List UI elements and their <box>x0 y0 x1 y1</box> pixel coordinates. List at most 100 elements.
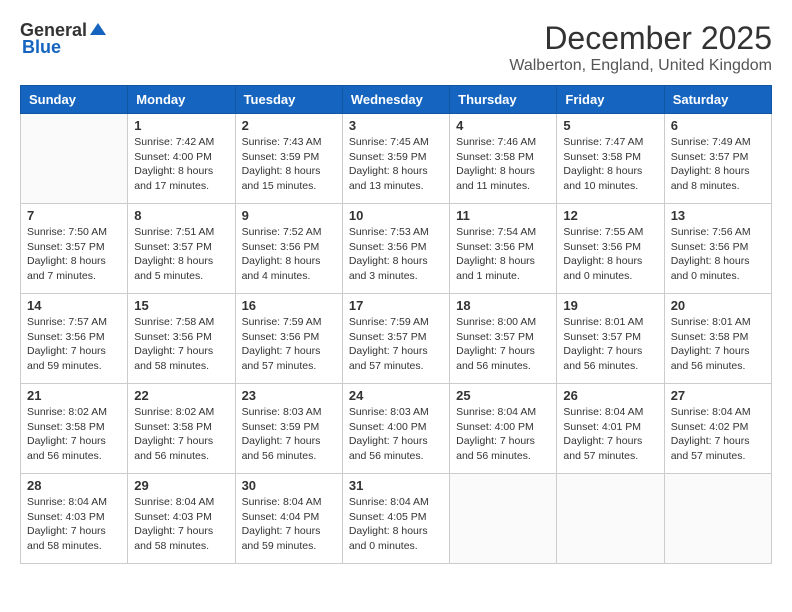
calendar-cell: 17 Sunrise: 7:59 AM Sunset: 3:57 PM Dayli… <box>342 294 449 384</box>
calendar-cell: 27 Sunrise: 8:04 AM Sunset: 4:02 PM Dayli… <box>664 384 771 474</box>
cell-content: Sunrise: 8:04 AM Sunset: 4:04 PM Dayligh… <box>242 495 336 554</box>
calendar-cell: 15 Sunrise: 7:58 AM Sunset: 3:56 PM Dayli… <box>128 294 235 384</box>
day-number: 24 <box>349 388 443 403</box>
calendar-cell: 1 Sunrise: 7:42 AM Sunset: 4:00 PM Daylig… <box>128 114 235 204</box>
day-number: 31 <box>349 478 443 493</box>
calendar-cell: 18 Sunrise: 8:00 AM Sunset: 3:57 PM Dayli… <box>450 294 557 384</box>
calendar-cell: 26Sunrise: 8:04 AM Sunset: 4:01 PM Dayli… <box>557 384 664 474</box>
cell-content: Sunrise: 7:53 AM Sunset: 3:56 PM Dayligh… <box>349 225 443 284</box>
calendar-cell <box>450 474 557 564</box>
calendar-cell: 20 Sunrise: 8:01 AM Sunset: 3:58 PM Dayli… <box>664 294 771 384</box>
logo-blue-text: Blue <box>22 37 61 58</box>
calendar-cell: 2 Sunrise: 7:43 AM Sunset: 3:59 PM Daylig… <box>235 114 342 204</box>
calendar-cell: 23 Sunrise: 8:03 AM Sunset: 3:59 PM Dayli… <box>235 384 342 474</box>
cell-content: Sunrise: 7:42 AM Sunset: 4:00 PM Dayligh… <box>134 135 228 194</box>
cell-content: Sunrise: 7:59 AM Sunset: 3:57 PM Dayligh… <box>349 315 443 374</box>
cell-content: Sunrise: 8:00 AM Sunset: 3:57 PM Dayligh… <box>456 315 550 374</box>
cell-content: Sunrise: 7:56 AM Sunset: 3:56 PM Dayligh… <box>671 225 765 284</box>
day-number: 30 <box>242 478 336 493</box>
calendar-cell: 24 Sunrise: 8:03 AM Sunset: 4:00 PM Dayli… <box>342 384 449 474</box>
day-number: 26 <box>563 388 657 403</box>
calendar-cell: 6 Sunrise: 7:49 AM Sunset: 3:57 PM Daylig… <box>664 114 771 204</box>
calendar-week-5: 28 Sunrise: 8:04 AM Sunset: 4:03 PM Dayli… <box>21 474 772 564</box>
calendar-cell <box>21 114 128 204</box>
calendar-header-row: SundayMondayTuesdayWednesdayThursdayFrid… <box>21 86 772 114</box>
cell-content: Sunrise: 7:43 AM Sunset: 3:59 PM Dayligh… <box>242 135 336 194</box>
day-number: 6 <box>671 118 765 133</box>
day-header-monday: Monday <box>128 86 235 114</box>
calendar-cell: 31Sunrise: 8:04 AM Sunset: 4:05 PM Dayli… <box>342 474 449 564</box>
calendar-cell: 13 Sunrise: 7:56 AM Sunset: 3:56 PM Dayli… <box>664 204 771 294</box>
cell-content: Sunrise: 8:01 AM Sunset: 3:58 PM Dayligh… <box>671 315 765 374</box>
day-header-saturday: Saturday <box>664 86 771 114</box>
cell-content: Sunrise: 7:59 AM Sunset: 3:56 PM Dayligh… <box>242 315 336 374</box>
day-header-friday: Friday <box>557 86 664 114</box>
cell-content: Sunrise: 7:57 AM Sunset: 3:56 PM Dayligh… <box>27 315 121 374</box>
month-title: December 2025 <box>509 20 772 57</box>
calendar-cell: 5 Sunrise: 7:47 AM Sunset: 3:58 PM Daylig… <box>557 114 664 204</box>
cell-content: Sunrise: 8:03 AM Sunset: 3:59 PM Dayligh… <box>242 405 336 464</box>
location-text: Walberton, England, United Kingdom <box>509 57 772 75</box>
calendar-cell: 16 Sunrise: 7:59 AM Sunset: 3:56 PM Dayli… <box>235 294 342 384</box>
cell-content: Sunrise: 7:51 AM Sunset: 3:57 PM Dayligh… <box>134 225 228 284</box>
day-header-thursday: Thursday <box>450 86 557 114</box>
calendar-week-2: 7 Sunrise: 7:50 AM Sunset: 3:57 PM Daylig… <box>21 204 772 294</box>
day-number: 5 <box>563 118 657 133</box>
cell-content: Sunrise: 7:52 AM Sunset: 3:56 PM Dayligh… <box>242 225 336 284</box>
cell-content: Sunrise: 8:04 AM Sunset: 4:02 PM Dayligh… <box>671 405 765 464</box>
day-number: 19 <box>563 298 657 313</box>
day-number: 3 <box>349 118 443 133</box>
day-number: 2 <box>242 118 336 133</box>
calendar-cell: 30 Sunrise: 8:04 AM Sunset: 4:04 PM Dayli… <box>235 474 342 564</box>
day-number: 8 <box>134 208 228 223</box>
day-number: 14 <box>27 298 121 313</box>
cell-content: Sunrise: 8:02 AM Sunset: 3:58 PM Dayligh… <box>27 405 121 464</box>
day-number: 28 <box>27 478 121 493</box>
day-number: 18 <box>456 298 550 313</box>
calendar-cell: 28 Sunrise: 8:04 AM Sunset: 4:03 PM Dayli… <box>21 474 128 564</box>
logo-icon <box>88 21 108 41</box>
calendar-cell: 12Sunrise: 7:55 AM Sunset: 3:56 PM Dayli… <box>557 204 664 294</box>
cell-content: Sunrise: 8:04 AM Sunset: 4:03 PM Dayligh… <box>27 495 121 554</box>
calendar-cell: 9Sunrise: 7:52 AM Sunset: 3:56 PM Daylig… <box>235 204 342 294</box>
calendar-table: SundayMondayTuesdayWednesdayThursdayFrid… <box>20 85 772 564</box>
day-number: 4 <box>456 118 550 133</box>
calendar-cell: 11Sunrise: 7:54 AM Sunset: 3:56 PM Dayli… <box>450 204 557 294</box>
calendar-cell: 19 Sunrise: 8:01 AM Sunset: 3:57 PM Dayli… <box>557 294 664 384</box>
day-number: 20 <box>671 298 765 313</box>
logo: General Blue <box>20 20 109 58</box>
calendar-cell: 25Sunrise: 8:04 AM Sunset: 4:00 PM Dayli… <box>450 384 557 474</box>
calendar-cell: 14 Sunrise: 7:57 AM Sunset: 3:56 PM Dayli… <box>21 294 128 384</box>
cell-content: Sunrise: 7:45 AM Sunset: 3:59 PM Dayligh… <box>349 135 443 194</box>
calendar-week-4: 21 Sunrise: 8:02 AM Sunset: 3:58 PM Dayli… <box>21 384 772 474</box>
calendar-cell: 3 Sunrise: 7:45 AM Sunset: 3:59 PM Daylig… <box>342 114 449 204</box>
day-number: 16 <box>242 298 336 313</box>
cell-content: Sunrise: 8:04 AM Sunset: 4:00 PM Dayligh… <box>456 405 550 464</box>
calendar-week-1: 1 Sunrise: 7:42 AM Sunset: 4:00 PM Daylig… <box>21 114 772 204</box>
title-section: December 2025 Walberton, England, United… <box>509 20 772 75</box>
day-header-tuesday: Tuesday <box>235 86 342 114</box>
cell-content: Sunrise: 7:58 AM Sunset: 3:56 PM Dayligh… <box>134 315 228 374</box>
calendar-cell: 8 Sunrise: 7:51 AM Sunset: 3:57 PM Daylig… <box>128 204 235 294</box>
cell-content: Sunrise: 7:49 AM Sunset: 3:57 PM Dayligh… <box>671 135 765 194</box>
cell-content: Sunrise: 8:02 AM Sunset: 3:58 PM Dayligh… <box>134 405 228 464</box>
cell-content: Sunrise: 7:47 AM Sunset: 3:58 PM Dayligh… <box>563 135 657 194</box>
calendar-cell <box>664 474 771 564</box>
day-number: 27 <box>671 388 765 403</box>
cell-content: Sunrise: 8:03 AM Sunset: 4:00 PM Dayligh… <box>349 405 443 464</box>
day-number: 21 <box>27 388 121 403</box>
day-number: 1 <box>134 118 228 133</box>
cell-content: Sunrise: 8:04 AM Sunset: 4:03 PM Dayligh… <box>134 495 228 554</box>
cell-content: Sunrise: 7:46 AM Sunset: 3:58 PM Dayligh… <box>456 135 550 194</box>
calendar-week-3: 14 Sunrise: 7:57 AM Sunset: 3:56 PM Dayli… <box>21 294 772 384</box>
day-number: 17 <box>349 298 443 313</box>
calendar-cell: 4 Sunrise: 7:46 AM Sunset: 3:58 PM Daylig… <box>450 114 557 204</box>
day-number: 15 <box>134 298 228 313</box>
day-number: 7 <box>27 208 121 223</box>
day-number: 29 <box>134 478 228 493</box>
day-number: 23 <box>242 388 336 403</box>
day-number: 10 <box>349 208 443 223</box>
cell-content: Sunrise: 8:01 AM Sunset: 3:57 PM Dayligh… <box>563 315 657 374</box>
day-number: 13 <box>671 208 765 223</box>
cell-content: Sunrise: 7:50 AM Sunset: 3:57 PM Dayligh… <box>27 225 121 284</box>
